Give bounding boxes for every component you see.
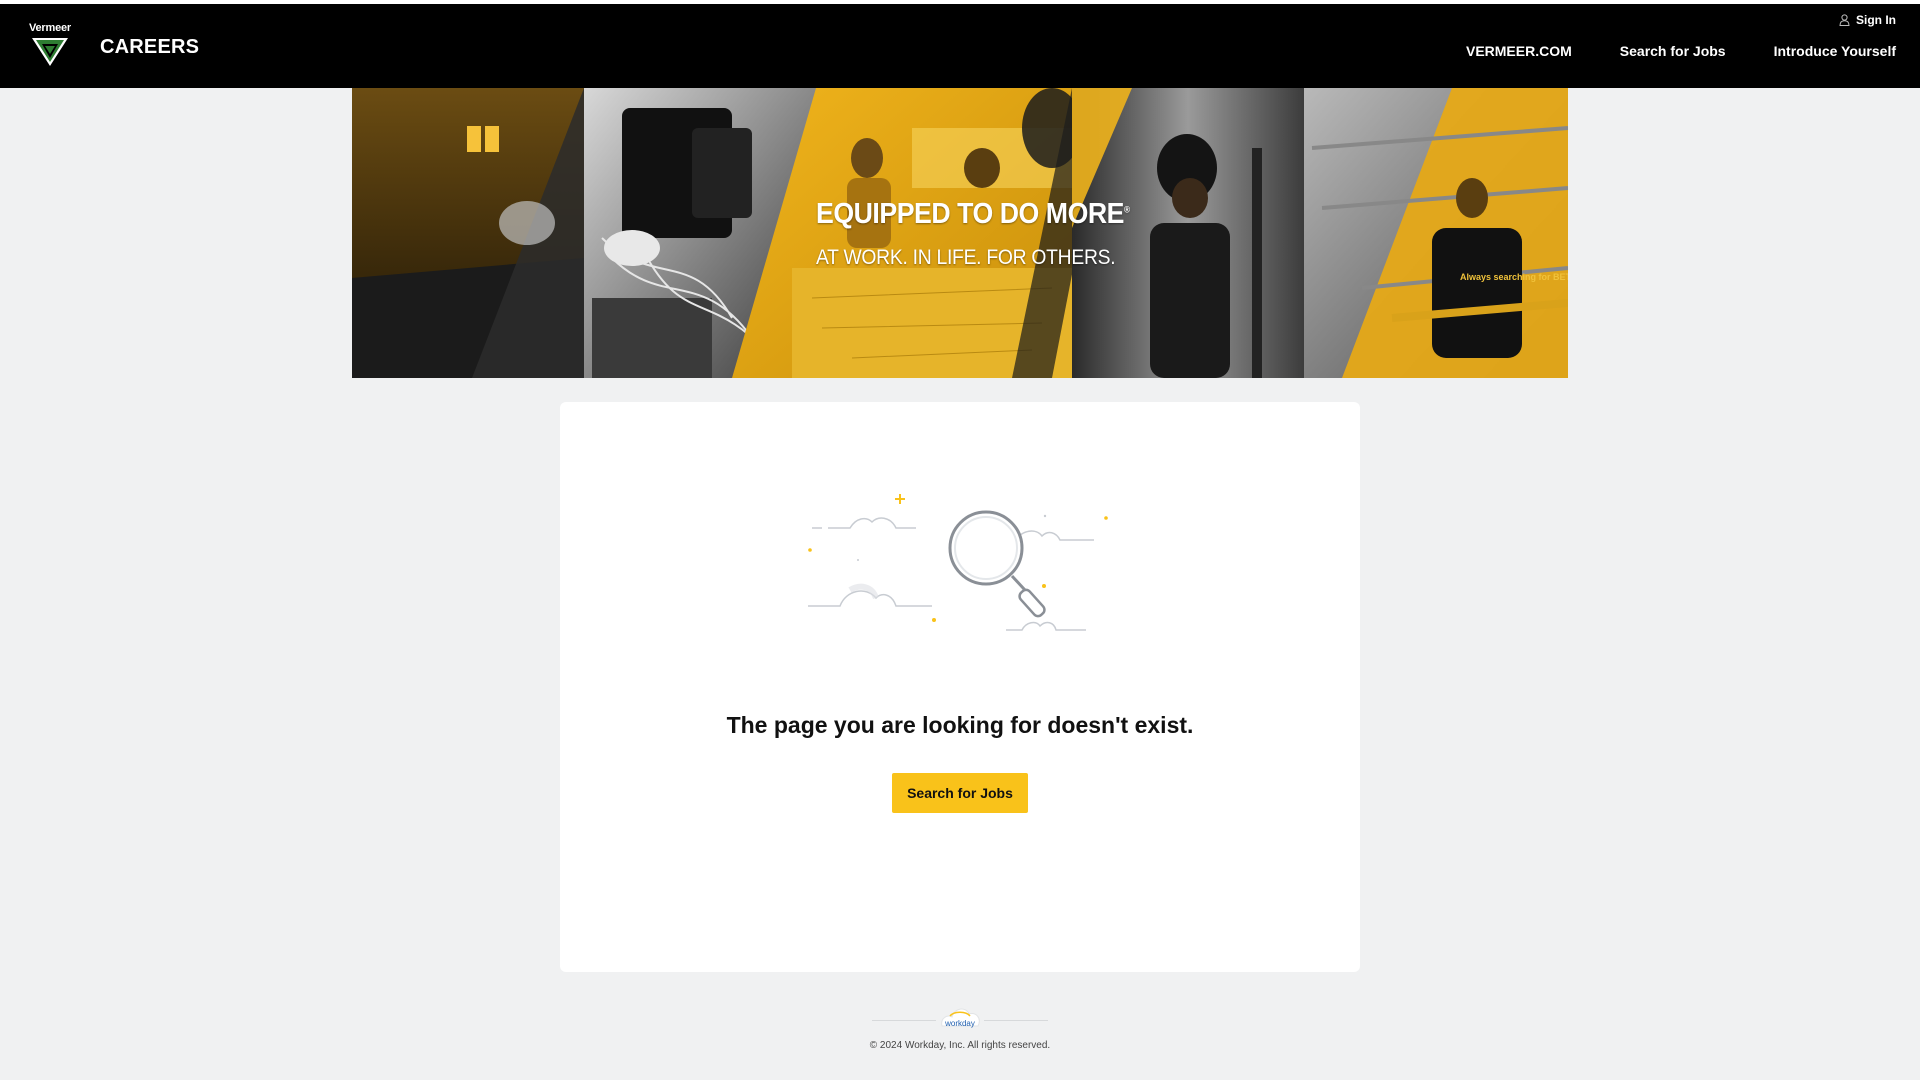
magnifying-glass-icon [948,510,1024,586]
hero-title: EQUIPPED TO DO MORE® [816,198,1130,231]
cloud-icon [812,517,916,529]
registered-mark: ® [1124,204,1130,215]
sign-in-label: Sign In [1856,13,1896,27]
magnifier-illustration [808,494,1108,631]
sparkle-icon [895,494,905,504]
hero-title-text: EQUIPPED TO DO MORE [816,198,1125,230]
site-header: Vermeer CAREERS Sign In VERMEER.COM Sear… [0,4,1920,88]
nav-search-jobs[interactable]: Search for Jobs [1620,43,1726,59]
footer-divider-right [984,1020,1048,1021]
nav-introduce-yourself[interactable]: Introduce Yourself [1774,43,1896,59]
main-nav: VERMEER.COM Search for Jobs Introduce Yo… [1466,43,1896,59]
hero-shirt-text: Always searching for BETTER WAY [1460,272,1568,282]
error-card: The page you are looking for doesn't exi… [560,402,1360,972]
workday-cloud-icon: workday [941,1008,980,1028]
logo-wordmark: Vermeer [28,22,72,34]
vermeer-logo[interactable]: Vermeer [26,22,74,72]
footer: workday © 2024 Workday, Inc. All rights … [0,998,1920,1058]
search-jobs-button[interactable]: Search for Jobs [892,773,1028,813]
footer-divider-left [872,1020,936,1021]
site-title[interactable]: CAREERS [100,36,199,59]
hero-banner: Always searching for BETTER WAY EQUIPPED… [352,88,1568,378]
copyright-text: © 2024 Workday, Inc. All rights reserved… [869,1040,1051,1051]
logo-v-icon [32,38,68,66]
workday-wordmark: workday [944,1019,975,1028]
workday-logo[interactable]: workday [936,1002,984,1038]
user-icon [1839,14,1850,26]
sign-in-link[interactable]: Sign In [1839,13,1896,27]
hero-subtitle: AT WORK. IN LIFE. FOR OTHERS. [816,246,1116,269]
nav-vermeer-com[interactable]: VERMEER.COM [1466,43,1572,59]
error-message: The page you are looking for doesn't exi… [726,712,1194,738]
hero-collage-image: Always searching for BETTER WAY [352,88,1568,378]
